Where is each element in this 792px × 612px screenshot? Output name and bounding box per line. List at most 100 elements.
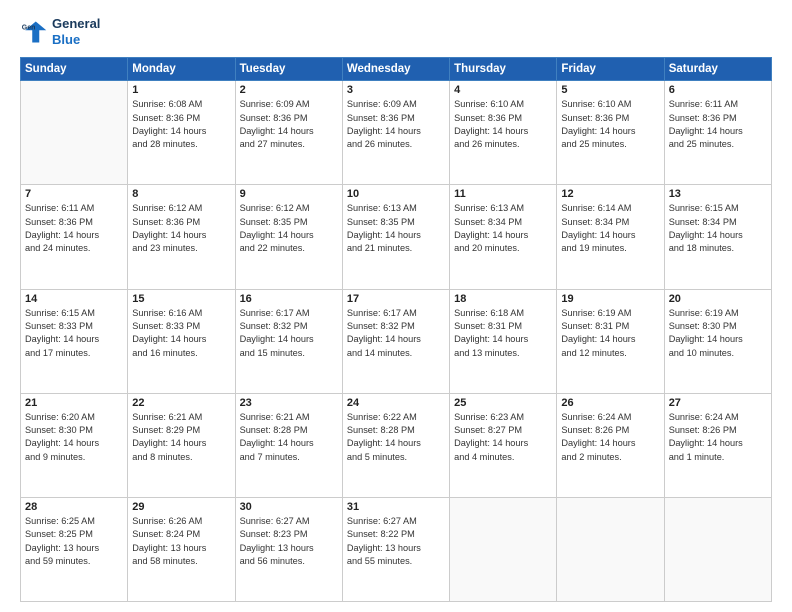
cell-line: Daylight: 14 hours xyxy=(25,229,123,242)
cell-line: Sunset: 8:30 PM xyxy=(25,424,123,437)
day-number: 13 xyxy=(669,188,767,200)
cell-line: Sunrise: 6:15 AM xyxy=(25,307,123,320)
cell-line: and 1 minute. xyxy=(669,451,767,464)
cell-line: Sunrise: 6:21 AM xyxy=(132,411,230,424)
day-number: 4 xyxy=(454,84,552,96)
calendar-table: SundayMondayTuesdayWednesdayThursdayFrid… xyxy=(20,57,772,602)
cell-line: Daylight: 14 hours xyxy=(669,333,767,346)
cell-line: Sunset: 8:32 PM xyxy=(240,320,338,333)
cell-line: Sunset: 8:34 PM xyxy=(454,216,552,229)
cell-line: and 12 minutes. xyxy=(561,347,659,360)
cell-line: Sunset: 8:36 PM xyxy=(132,216,230,229)
day-cell: 3Sunrise: 6:09 AMSunset: 8:36 PMDaylight… xyxy=(342,81,449,185)
cell-line: Sunrise: 6:25 AM xyxy=(25,515,123,528)
day-number: 19 xyxy=(561,293,659,305)
cell-line: Daylight: 14 hours xyxy=(669,437,767,450)
cell-line: Sunrise: 6:15 AM xyxy=(669,202,767,215)
cell-line: Sunset: 8:36 PM xyxy=(25,216,123,229)
cell-line: Daylight: 14 hours xyxy=(454,229,552,242)
cell-line: Sunrise: 6:24 AM xyxy=(561,411,659,424)
cell-line: and 25 minutes. xyxy=(561,138,659,151)
cell-line: Sunrise: 6:12 AM xyxy=(132,202,230,215)
day-cell: 10Sunrise: 6:13 AMSunset: 8:35 PMDayligh… xyxy=(342,185,449,289)
cell-line: Sunset: 8:36 PM xyxy=(132,112,230,125)
cell-line: Daylight: 14 hours xyxy=(561,333,659,346)
day-cell: 5Sunrise: 6:10 AMSunset: 8:36 PMDaylight… xyxy=(557,81,664,185)
day-cell: 30Sunrise: 6:27 AMSunset: 8:23 PMDayligh… xyxy=(235,497,342,601)
day-number: 23 xyxy=(240,397,338,409)
logo: Gen General Blue xyxy=(20,16,100,47)
cell-line: Sunset: 8:36 PM xyxy=(240,112,338,125)
cell-line: Daylight: 14 hours xyxy=(132,437,230,450)
day-number: 27 xyxy=(669,397,767,409)
cell-line: Sunrise: 6:27 AM xyxy=(347,515,445,528)
day-cell: 7 Sunrise: 6:11 AMSunset: 8:36 PMDaylight… xyxy=(21,185,128,289)
cell-line: Sunrise: 6:09 AM xyxy=(240,98,338,111)
day-number: 6 xyxy=(669,84,767,96)
col-header-sunday: Sunday xyxy=(21,58,128,81)
day-number: 22 xyxy=(132,397,230,409)
day-cell xyxy=(557,497,664,601)
logo-icon: Gen xyxy=(20,18,48,46)
cell-line: and 7 minutes. xyxy=(240,451,338,464)
week-row-3: 14Sunrise: 6:15 AMSunset: 8:33 PMDayligh… xyxy=(21,289,772,393)
cell-line: Sunset: 8:29 PM xyxy=(132,424,230,437)
cell-line: Sunrise: 6:09 AM xyxy=(347,98,445,111)
week-row-5: 28Sunrise: 6:25 AMSunset: 8:25 PMDayligh… xyxy=(21,497,772,601)
day-cell: 12Sunrise: 6:14 AMSunset: 8:34 PMDayligh… xyxy=(557,185,664,289)
day-cell: 19Sunrise: 6:19 AMSunset: 8:31 PMDayligh… xyxy=(557,289,664,393)
day-number: 2 xyxy=(240,84,338,96)
cell-line: Sunrise: 6:12 AM xyxy=(240,202,338,215)
cell-line: Sunset: 8:27 PM xyxy=(454,424,552,437)
cell-line: Sunset: 8:36 PM xyxy=(669,112,767,125)
day-cell: 14Sunrise: 6:15 AMSunset: 8:33 PMDayligh… xyxy=(21,289,128,393)
cell-line: Sunset: 8:31 PM xyxy=(454,320,552,333)
cell-line: and 15 minutes. xyxy=(240,347,338,360)
week-row-2: 7Sunrise: 6:11 AMSunset: 8:36 PMDaylight… xyxy=(21,185,772,289)
day-cell: 31Sunrise: 6:27 AMSunset: 8:22 PMDayligh… xyxy=(342,497,449,601)
day-number: 25 xyxy=(454,397,552,409)
day-number: 26 xyxy=(561,397,659,409)
day-cell: 22 Sunrise: 6:21 AMSunset: 8:29 PMDayligh… xyxy=(128,393,235,497)
cell-line: Daylight: 14 hours xyxy=(454,437,552,450)
day-cell: 9Sunrise: 6:12 AMSunset: 8:35 PMDaylight… xyxy=(235,185,342,289)
cell-line: Sunset: 8:23 PM xyxy=(240,528,338,541)
cell-line: and 5 minutes. xyxy=(347,451,445,464)
day-cell: 2Sunrise: 6:09 AMSunset: 8:36 PMDaylight… xyxy=(235,81,342,185)
cell-line: Sunrise: 6:11 AM xyxy=(25,202,123,215)
day-number: 24 xyxy=(347,397,445,409)
cell-line: Sunrise: 6:17 AM xyxy=(240,307,338,320)
cell-line: and 10 minutes. xyxy=(669,347,767,360)
cell-line: Daylight: 13 hours xyxy=(347,542,445,555)
cell-line: and 8 minutes. xyxy=(132,451,230,464)
cell-line: Daylight: 14 hours xyxy=(25,437,123,450)
cell-line: and 59 minutes. xyxy=(25,555,123,568)
day-number: 7 xyxy=(25,188,123,200)
cell-line: and 2 minutes. xyxy=(561,451,659,464)
cell-line: Sunrise: 6:22 AM xyxy=(347,411,445,424)
cell-line: Sunset: 8:33 PM xyxy=(132,320,230,333)
cell-line: Sunrise: 6:18 AM xyxy=(454,307,552,320)
cell-line: Daylight: 14 hours xyxy=(240,333,338,346)
cell-line: Daylight: 13 hours xyxy=(132,542,230,555)
cell-line: Daylight: 14 hours xyxy=(240,229,338,242)
cell-line: and 24 minutes. xyxy=(25,242,123,255)
cell-line: Sunset: 8:36 PM xyxy=(561,112,659,125)
day-cell: 28Sunrise: 6:25 AMSunset: 8:25 PMDayligh… xyxy=(21,497,128,601)
cell-line: Sunset: 8:34 PM xyxy=(669,216,767,229)
day-cell: 24Sunrise: 6:22 AMSunset: 8:28 PMDayligh… xyxy=(342,393,449,497)
cell-line: and 13 minutes. xyxy=(454,347,552,360)
cell-line: Sunrise: 6:19 AM xyxy=(669,307,767,320)
day-number: 10 xyxy=(347,188,445,200)
day-number: 3 xyxy=(347,84,445,96)
day-cell: 4Sunrise: 6:10 AMSunset: 8:36 PMDaylight… xyxy=(450,81,557,185)
day-number: 8 xyxy=(132,188,230,200)
cell-line: Sunrise: 6:08 AM xyxy=(132,98,230,111)
day-cell xyxy=(664,497,771,601)
header: Gen General Blue xyxy=(20,16,772,47)
cell-line: and 27 minutes. xyxy=(240,138,338,151)
week-row-1: 1Sunrise: 6:08 AMSunset: 8:36 PMDaylight… xyxy=(21,81,772,185)
day-cell: 25Sunrise: 6:23 AMSunset: 8:27 PMDayligh… xyxy=(450,393,557,497)
cell-line: Sunset: 8:36 PM xyxy=(347,112,445,125)
logo-text: General Blue xyxy=(52,16,100,47)
